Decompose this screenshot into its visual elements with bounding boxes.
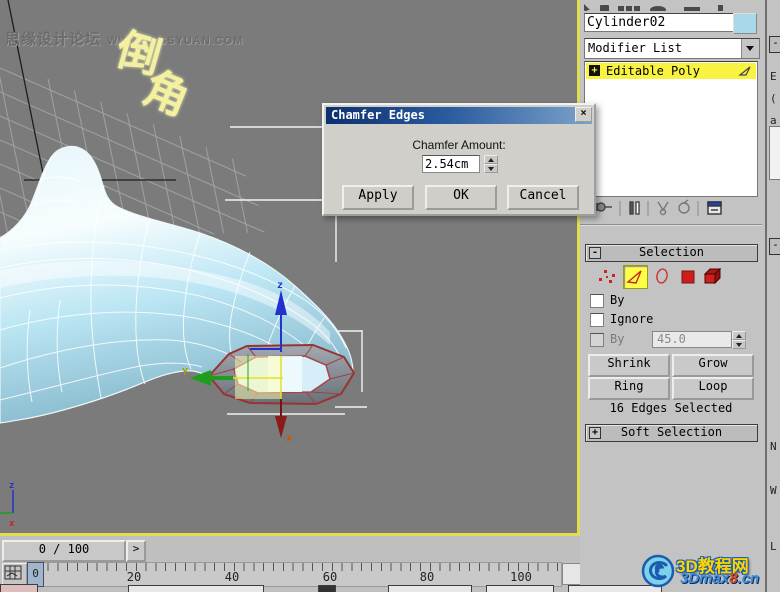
collapse-minus-icon: - bbox=[769, 36, 780, 53]
chamfer-amount-input[interactable] bbox=[422, 155, 480, 173]
frame-ticks bbox=[28, 563, 561, 571]
next-frame-button[interactable]: > bbox=[126, 540, 146, 562]
stack-item-label: Editable Poly bbox=[606, 64, 700, 78]
selection-header-label: Selection bbox=[638, 245, 705, 259]
motion-tab-icon bbox=[650, 6, 666, 11]
ignore-backfacing-checkbox[interactable] bbox=[590, 313, 604, 327]
soft-selection-rollout-header[interactable]: + Soft Selection bbox=[585, 424, 758, 442]
world-axis-z-label: z bbox=[9, 481, 14, 491]
command-panel: Cylinder02 Modifier List + Editable Poly bbox=[580, 0, 780, 592]
modifier-list-dropdown[interactable]: Modifier List bbox=[584, 38, 760, 59]
clipped-text-fragment: ( bbox=[770, 92, 777, 105]
by-angle-label: By bbox=[610, 332, 625, 346]
object-color-swatch[interactable] bbox=[733, 13, 757, 34]
chevron-down-icon[interactable] bbox=[741, 39, 759, 58]
configure-modifier-sets-icon bbox=[707, 201, 722, 215]
spinner-down-icon[interactable] bbox=[732, 340, 746, 349]
status-partial-box bbox=[318, 585, 336, 592]
world-axis-x-label: x bbox=[9, 519, 15, 529]
pin-stack-icon bbox=[596, 202, 612, 212]
modify-tab-icon bbox=[600, 5, 609, 11]
viewport-3d-scene: z Y x z x bbox=[0, 0, 367, 529]
clipped-text-fragment: E bbox=[770, 70, 777, 83]
clipped-text-fragment: W bbox=[770, 484, 777, 497]
by-vertex-label: By bbox=[610, 293, 625, 307]
command-panel-tabs[interactable] bbox=[580, 0, 762, 11]
modifier-stack-toolbar bbox=[584, 198, 756, 219]
tick-label: 40 bbox=[224, 570, 240, 584]
spinner-down-icon[interactable] bbox=[484, 164, 498, 173]
expand-plus-icon[interactable]: + bbox=[589, 427, 601, 439]
modifier-list-label: Modifier List bbox=[588, 41, 682, 55]
stack-item-editable-poly[interactable]: + Editable Poly bbox=[586, 63, 756, 79]
angle-spinner[interactable] bbox=[732, 331, 746, 349]
amount-spinner[interactable] bbox=[484, 155, 498, 173]
modifier-stack-list[interactable]: + Editable Poly bbox=[584, 61, 758, 197]
site-logo: 3D教程网 3Dmax8.cn bbox=[640, 552, 780, 592]
remove-modifier-icon bbox=[678, 199, 690, 214]
tick-label: 100 bbox=[510, 570, 532, 584]
chamfer-amount-label: Chamfer Amount: bbox=[412, 138, 506, 152]
selection-rollout-header[interactable]: - Selection bbox=[585, 244, 758, 262]
dialog-title-bar[interactable]: Chamfer Edges bbox=[326, 107, 592, 124]
faucet-model[interactable]: z Y x bbox=[0, 145, 356, 444]
status-partial-box bbox=[0, 584, 38, 592]
apply-button[interactable]: Apply bbox=[342, 185, 414, 210]
show-end-result-icon bbox=[629, 201, 640, 215]
collapse-minus-icon: - bbox=[769, 238, 780, 255]
clipped-text-fragment: N bbox=[770, 440, 777, 453]
expand-plus-icon[interactable]: + bbox=[589, 65, 600, 76]
ignore-backfacing-label: Ignore bbox=[610, 312, 654, 326]
ring-button[interactable]: Ring bbox=[588, 377, 670, 400]
close-icon[interactable]: × bbox=[575, 107, 592, 122]
by-vertex-checkbox[interactable] bbox=[590, 294, 604, 308]
spinner-up-icon[interactable] bbox=[732, 331, 746, 340]
gizmo-y-label: Y bbox=[182, 367, 188, 378]
partial-field bbox=[769, 126, 780, 180]
application-window: z Y x z x 思缘设计论坛 WWW.MISSYUAN.COM 倒 角 Ch… bbox=[0, 0, 780, 592]
gizmo-x-label: x bbox=[286, 433, 292, 444]
shrink-button[interactable]: Shrink bbox=[588, 354, 670, 377]
element-mode-icon[interactable] bbox=[701, 265, 724, 287]
clipped-text-fragment: a bbox=[770, 114, 777, 127]
vertex-mode-icon[interactable] bbox=[595, 265, 618, 287]
cancel-button[interactable]: Cancel bbox=[507, 185, 579, 210]
by-angle-checkbox[interactable] bbox=[590, 333, 604, 347]
status-partial-box bbox=[128, 585, 264, 592]
dialog-title-text: Chamfer Edges bbox=[331, 108, 425, 122]
ok-button[interactable]: OK bbox=[425, 185, 497, 210]
edge-subobject-flag-icon bbox=[738, 66, 751, 76]
status-partial-box bbox=[486, 585, 554, 592]
panel-divider bbox=[580, 224, 762, 226]
collapse-minus-icon[interactable]: - bbox=[589, 247, 601, 259]
logo-url-text[interactable]: 3Dmax8.cn bbox=[680, 570, 759, 587]
track-bar-end-box bbox=[562, 563, 581, 585]
loop-button[interactable]: Loop bbox=[672, 377, 754, 400]
world-axis-tripod: z x bbox=[0, 481, 15, 529]
soft-selection-header-label: Soft Selection bbox=[620, 425, 723, 439]
object-name-field[interactable]: Cylinder02 bbox=[584, 13, 734, 32]
tick-label: 20 bbox=[126, 570, 142, 584]
perspective-viewport[interactable]: z Y x z x 思缘设计论坛 WWW.MISSYUAN.COM 倒 角 bbox=[0, 0, 580, 536]
edge-mode-icon-active[interactable] bbox=[623, 265, 648, 289]
time-slider-display[interactable]: 0 / 100 bbox=[2, 540, 126, 562]
gizmo-z-label: z bbox=[277, 280, 283, 291]
utilities-tab-icon bbox=[718, 5, 723, 11]
display-tab-icon bbox=[684, 7, 700, 11]
chamfer-edges-dialog: Chamfer Edges × Chamfer Amount: Apply OK… bbox=[322, 103, 596, 216]
polygon-mode-icon[interactable] bbox=[677, 265, 700, 287]
tick-label: 80 bbox=[419, 570, 435, 584]
border-mode-icon[interactable] bbox=[651, 265, 674, 287]
adjacent-panel-column-edge: - - E ( a N W L bbox=[765, 0, 780, 592]
spinner-up-icon[interactable] bbox=[484, 155, 498, 164]
selection-status-text: 16 Edges Selected bbox=[609, 401, 733, 415]
angle-value-field[interactable]: 45.0 bbox=[652, 331, 732, 348]
grow-button[interactable]: Grow bbox=[672, 354, 754, 377]
create-tab-icon bbox=[584, 4, 590, 11]
make-unique-icon bbox=[657, 201, 669, 216]
status-partial-box bbox=[388, 585, 472, 592]
logo-spiral-icon bbox=[641, 554, 675, 588]
watermark-site-name: 思缘设计论坛 bbox=[5, 31, 102, 48]
tick-label: 60 bbox=[322, 570, 338, 584]
